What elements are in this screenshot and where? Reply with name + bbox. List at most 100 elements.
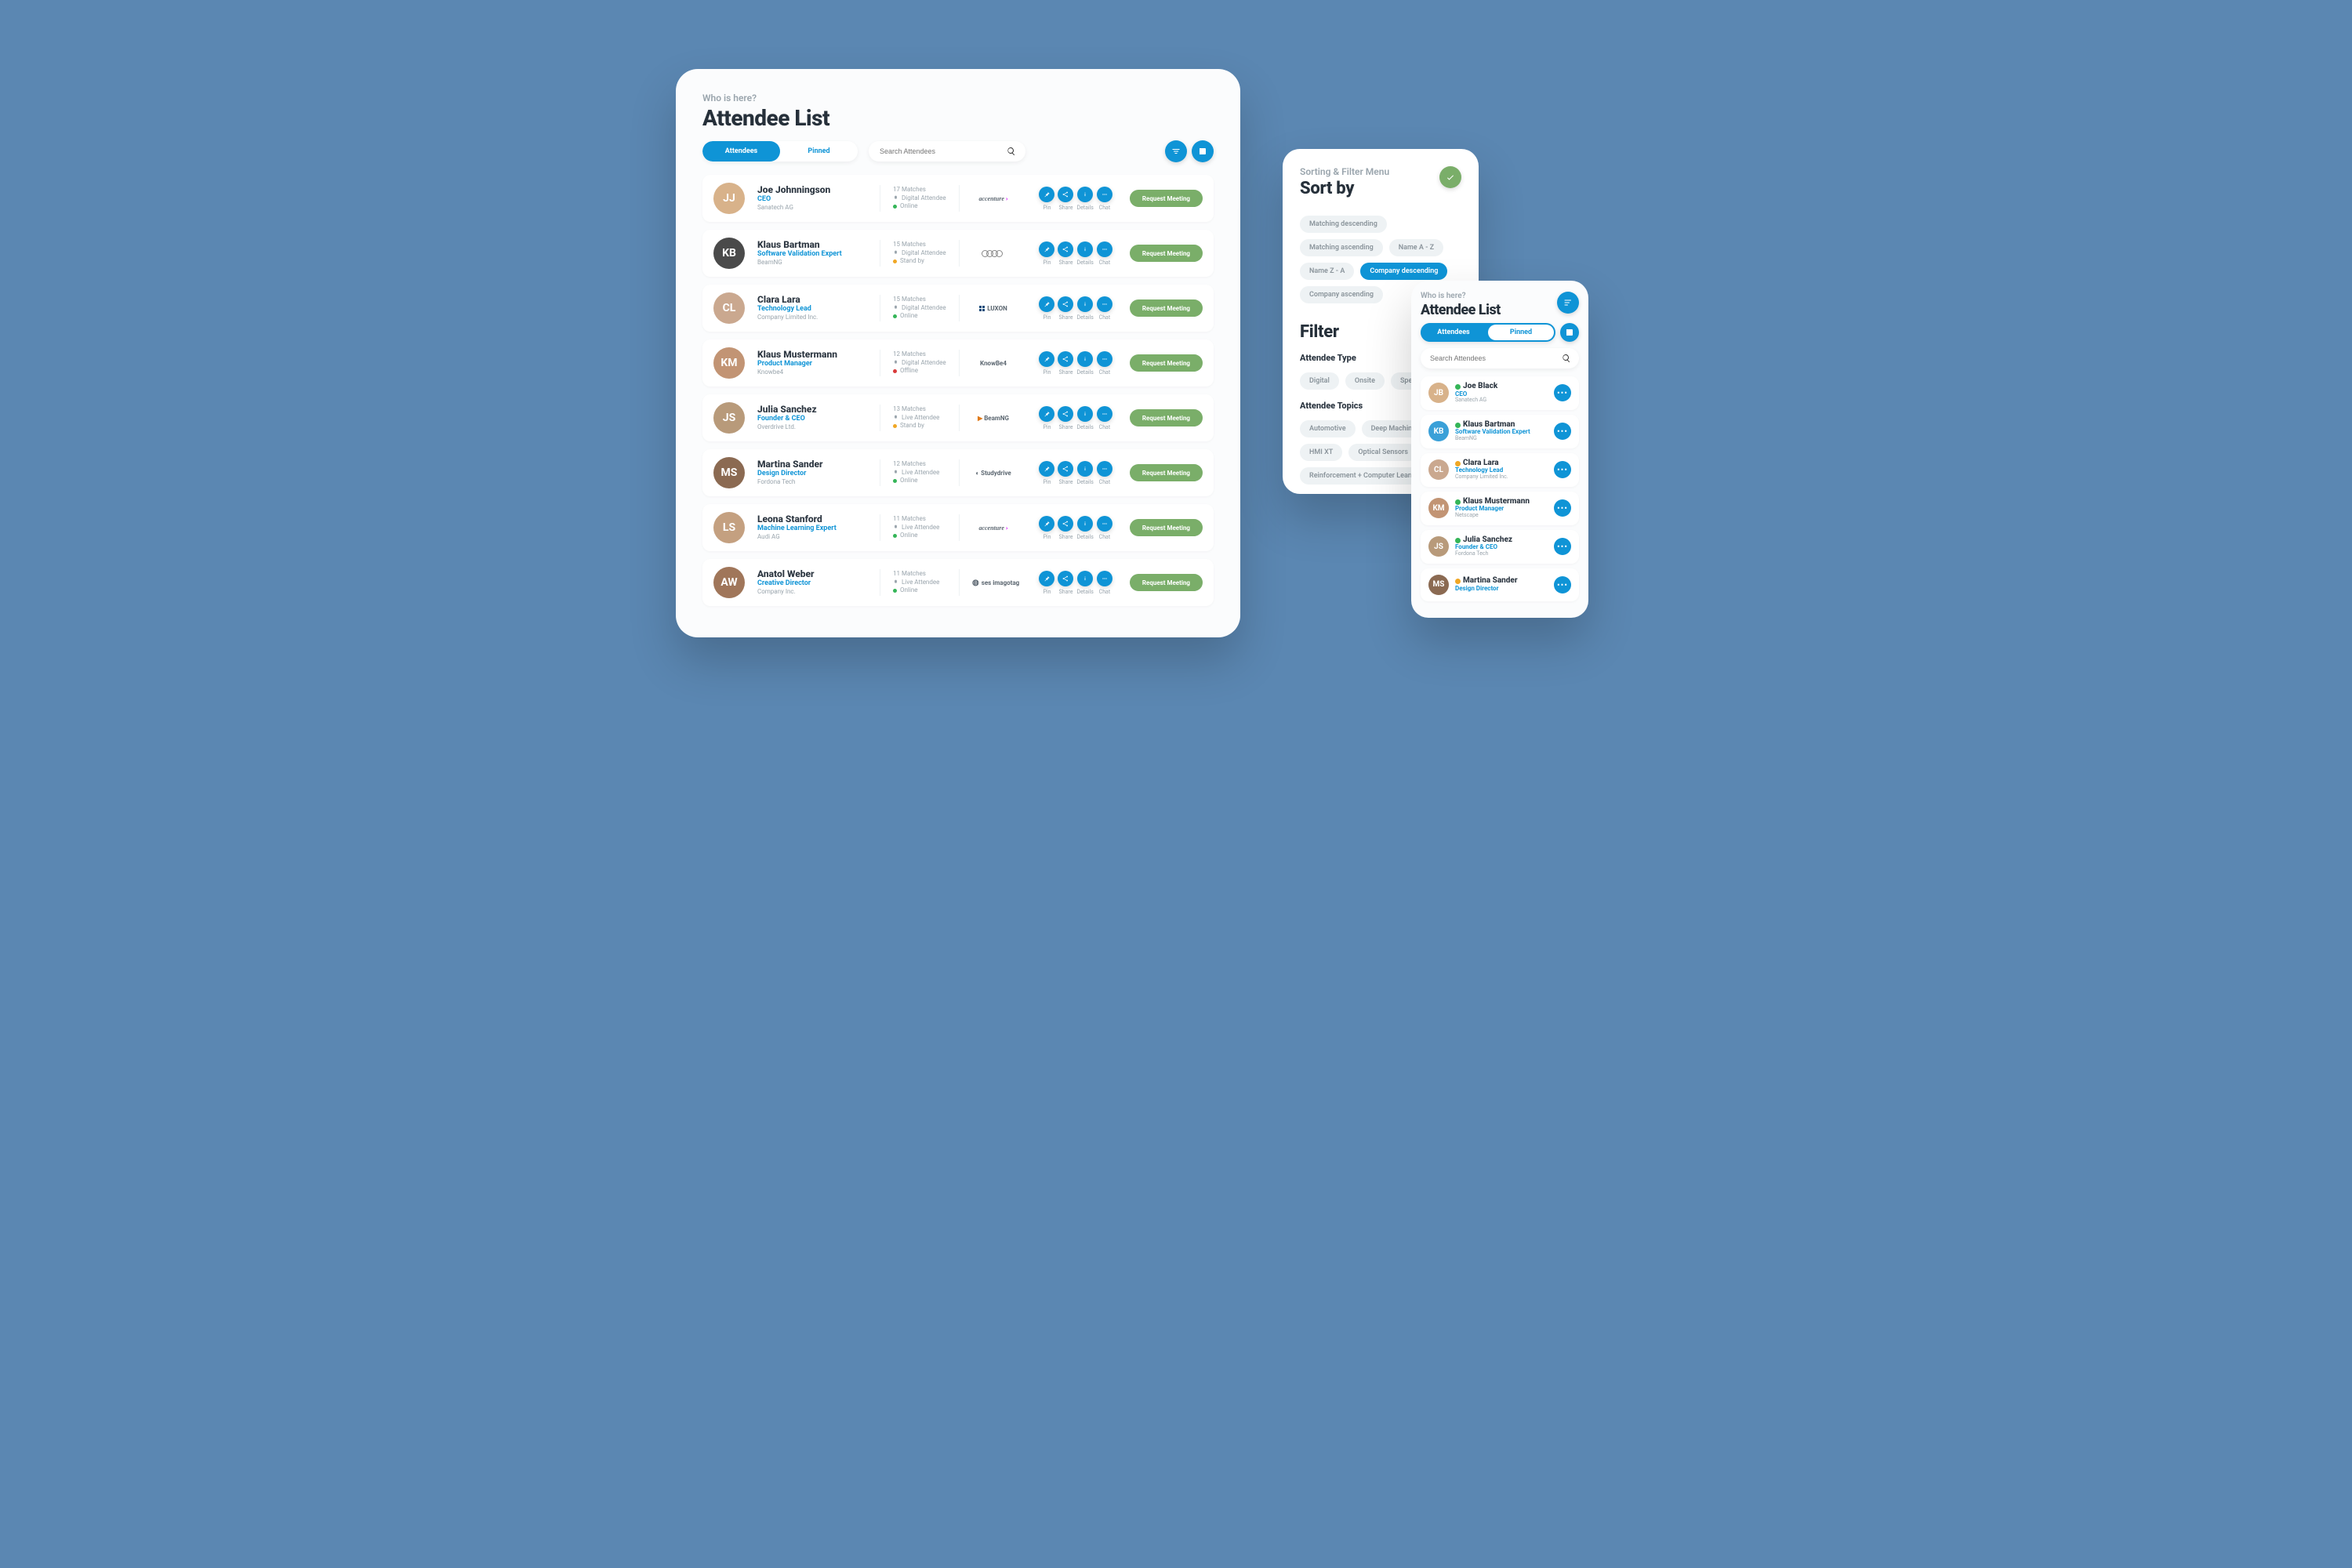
attendee-company: Fordona Tech <box>757 478 867 486</box>
details-button[interactable] <box>1077 296 1093 312</box>
details-button[interactable] <box>1077 187 1093 202</box>
details-label: Details <box>1076 589 1093 595</box>
action-chat: Chat <box>1097 406 1112 430</box>
search-icon[interactable] <box>1007 144 1016 159</box>
share-button[interactable] <box>1058 571 1073 586</box>
details-button[interactable] <box>1077 241 1093 257</box>
contacts-button[interactable] <box>1192 140 1214 162</box>
pin-button[interactable] <box>1039 406 1054 422</box>
filter-option[interactable]: Onsite <box>1345 372 1385 390</box>
details-label: Details <box>1076 424 1093 430</box>
filter-option[interactable]: HMI XT <box>1300 444 1342 461</box>
share-button[interactable] <box>1058 406 1073 422</box>
attendee-meta: 11 MatchesLive AttendeeOnline <box>893 515 946 540</box>
chat-button[interactable] <box>1097 406 1112 422</box>
separator <box>959 240 960 267</box>
meta-status: Online <box>893 586 946 595</box>
tab-pinned[interactable]: Pinned <box>780 141 858 162</box>
chat-button[interactable] <box>1097 516 1112 532</box>
pin-button[interactable] <box>1039 241 1054 257</box>
mobile-search-input[interactable] <box>1428 354 1557 363</box>
pin-button[interactable] <box>1039 516 1054 532</box>
more-button[interactable]: ⋯ <box>1554 423 1571 440</box>
chat-button[interactable] <box>1097 351 1112 367</box>
attendee-info: Leona StanfordMachine Learning ExpertAud… <box>757 514 867 541</box>
attendee-company: Netscape <box>1455 513 1548 519</box>
details-button[interactable] <box>1077 461 1093 477</box>
chat-button[interactable] <box>1097 296 1112 312</box>
attendee-row: KM Klaus MustermannProduct ManagerKnowbe4… <box>702 339 1214 387</box>
action-share: Share <box>1058 461 1073 485</box>
details-button[interactable] <box>1077 406 1093 422</box>
details-button[interactable] <box>1077 351 1093 367</box>
request-meeting-button[interactable]: Request Meeting <box>1130 464 1203 481</box>
sort-option[interactable]: Name A - Z <box>1389 239 1443 256</box>
chat-label: Chat <box>1099 534 1111 540</box>
more-button[interactable]: ⋯ <box>1554 384 1571 401</box>
mobile-tab-pinned[interactable]: Pinned <box>1488 325 1554 340</box>
request-meeting-button[interactable]: Request Meeting <box>1130 574 1203 591</box>
avatar: KM <box>713 347 745 379</box>
request-meeting-button[interactable]: Request Meeting <box>1130 354 1203 372</box>
pin-button[interactable] <box>1039 571 1054 586</box>
share-button[interactable] <box>1058 351 1073 367</box>
sort-option[interactable]: Matching descending <box>1300 216 1387 233</box>
search-box[interactable] <box>869 141 1025 162</box>
row-actions: PinShareDetailsChat <box>1039 187 1112 211</box>
mobile-contacts-button[interactable] <box>1560 323 1579 342</box>
chat-button[interactable] <box>1097 241 1112 257</box>
more-button[interactable]: ⋯ <box>1554 499 1571 517</box>
share-button[interactable] <box>1058 461 1073 477</box>
details-button[interactable] <box>1077 516 1093 532</box>
share-button[interactable] <box>1058 516 1073 532</box>
chat-label: Chat <box>1099 589 1111 595</box>
chat-button[interactable] <box>1097 571 1112 586</box>
share-button[interactable] <box>1058 241 1073 257</box>
tab-attendees[interactable]: Attendees <box>702 141 780 162</box>
share-button[interactable] <box>1058 187 1073 202</box>
mobile-search-box[interactable] <box>1421 348 1579 368</box>
attendee-name: Joe Black <box>1455 383 1548 391</box>
attendee-company: Sanatech AG <box>1455 397 1548 404</box>
request-meeting-button[interactable]: Request Meeting <box>1130 519 1203 536</box>
more-button[interactable]: ⋯ <box>1554 538 1571 555</box>
chat-button[interactable] <box>1097 461 1112 477</box>
sort-option[interactable]: Company descending <box>1360 263 1447 280</box>
chat-button[interactable] <box>1097 187 1112 202</box>
meta-mode: Live Attendee <box>893 414 946 423</box>
request-meeting-button[interactable]: Request Meeting <box>1130 245 1203 262</box>
filter-option[interactable]: Automotive <box>1300 420 1356 437</box>
attendee-name: Joe Johnningson <box>757 185 867 195</box>
attendee-name: Klaus Bartman <box>757 240 867 250</box>
partner-logo: BeamNG <box>972 415 1014 422</box>
request-meeting-button[interactable]: Request Meeting <box>1130 409 1203 426</box>
details-button[interactable] <box>1077 571 1093 586</box>
pin-button[interactable] <box>1039 296 1054 312</box>
filter-option[interactable]: Digital <box>1300 372 1339 390</box>
attendee-info: Klaus MustermannProduct ManagerKnowbe4 <box>757 350 867 376</box>
sort-option[interactable]: Company ascending <box>1300 286 1383 303</box>
pin-button[interactable] <box>1039 351 1054 367</box>
action-details: Details <box>1076 516 1093 540</box>
mobile-attendee-row: KBKlaus BartmanSoftware Validation Exper… <box>1421 415 1579 448</box>
more-button[interactable]: ⋯ <box>1554 461 1571 478</box>
attendee-company: Sanatech AG <box>757 204 867 212</box>
pin-button[interactable] <box>1039 187 1054 202</box>
sort-option[interactable]: Name Z - A <box>1300 263 1354 280</box>
search-input[interactable] <box>878 147 1000 156</box>
sort-option[interactable]: Matching ascending <box>1300 239 1383 256</box>
attendee-name: Julia Sanchez <box>757 405 867 415</box>
filter-option[interactable]: Optical Sensors <box>1348 444 1417 461</box>
apply-filter-button[interactable] <box>1439 166 1461 188</box>
share-button[interactable] <box>1058 296 1073 312</box>
more-button[interactable]: ⋯ <box>1554 576 1571 593</box>
filter-button[interactable] <box>1165 140 1187 162</box>
search-icon[interactable] <box>1562 351 1571 366</box>
request-meeting-button[interactable]: Request Meeting <box>1130 190 1203 207</box>
attendee-role: Creative Director <box>757 579 867 588</box>
mobile-tab-attendees[interactable]: Attendees <box>1421 323 1486 342</box>
pin-button[interactable] <box>1039 461 1054 477</box>
pin-label: Pin <box>1043 424 1051 430</box>
mobile-filter-button[interactable] <box>1557 292 1579 314</box>
request-meeting-button[interactable]: Request Meeting <box>1130 299 1203 317</box>
